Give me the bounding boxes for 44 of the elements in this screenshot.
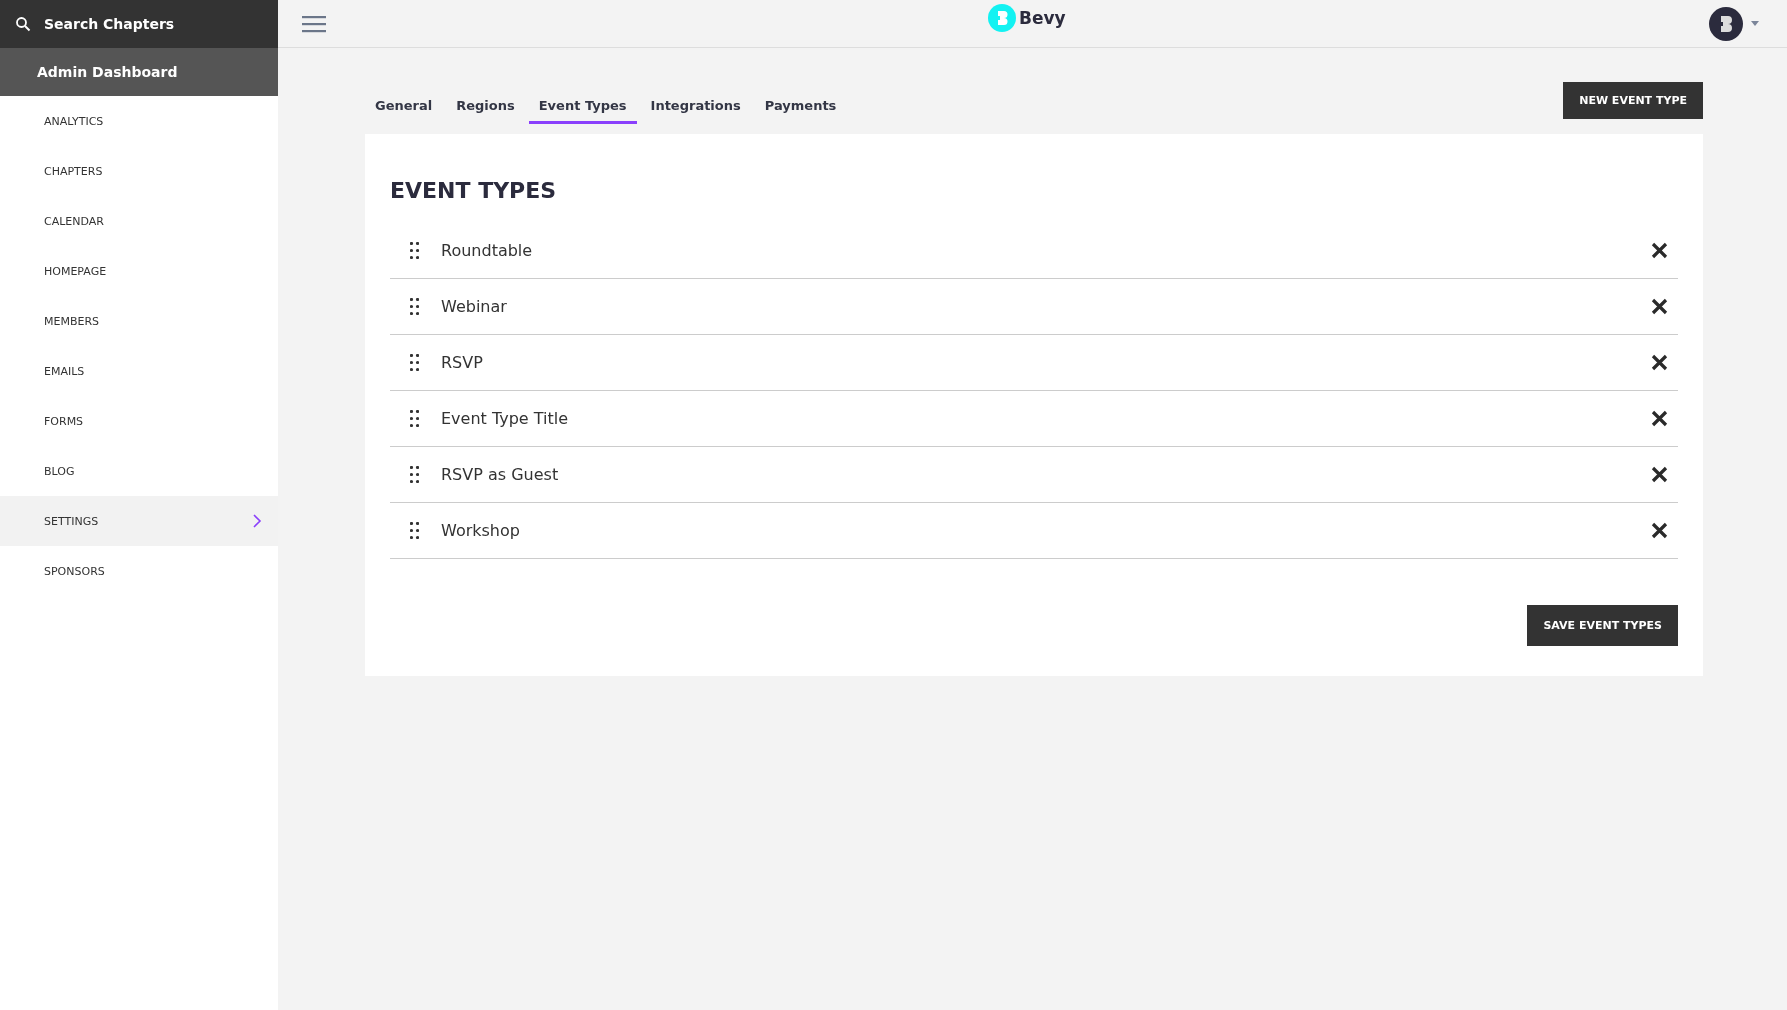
close-icon[interactable] — [1651, 354, 1668, 371]
drag-handle-icon[interactable] — [410, 410, 419, 427]
drag-handle-icon[interactable] — [410, 522, 419, 539]
event-type-name: Webinar — [441, 297, 508, 316]
chevron-right-icon — [252, 514, 262, 528]
sidebar-item[interactable]: ANALYTICS — [0, 96, 278, 146]
event-type-name: RSVP as Guest — [441, 465, 560, 484]
close-icon[interactable] — [1651, 298, 1668, 315]
event-type-name: Roundtable — [441, 241, 534, 260]
tab[interactable]: General — [365, 94, 443, 124]
close-icon[interactable] — [1651, 410, 1668, 427]
new-event-type-button[interactable]: NEW EVENT TYPE — [1563, 82, 1703, 119]
tab[interactable]: Payments — [754, 94, 847, 124]
sidebar-item[interactable]: SPONSORS — [0, 546, 278, 596]
logo-text: Bevy — [1019, 8, 1066, 28]
sidebar-item[interactable]: BLOG — [0, 446, 278, 496]
drag-handle-icon[interactable] — [410, 354, 419, 371]
close-icon[interactable] — [1651, 522, 1668, 539]
search-field[interactable]: Search Chapters — [0, 0, 278, 48]
drag-handle-icon[interactable] — [410, 466, 419, 483]
sidebar-item[interactable]: MEMBERS — [0, 296, 278, 346]
sidebar-item[interactable]: FORMS — [0, 396, 278, 446]
save-event-types-button[interactable]: SAVE EVENT TYPES — [1527, 605, 1678, 646]
event-type-name: RSVP — [441, 353, 484, 372]
sidebar-item[interactable]: EMAILS — [0, 346, 278, 396]
sidebar-item[interactable]: HOMEPAGE — [0, 246, 278, 296]
event-type-name: Workshop — [441, 521, 521, 540]
menu-icon[interactable] — [302, 14, 326, 33]
caret-icon[interactable] — [1751, 21, 1759, 26]
close-icon[interactable] — [1651, 466, 1668, 483]
drag-handle-icon[interactable] — [410, 242, 419, 259]
avatar-icon[interactable] — [1709, 6, 1743, 41]
sidebar-item[interactable]: SETTINGS — [0, 496, 278, 546]
sidebar-heading[interactable]: Admin Dashboard — [0, 48, 278, 96]
logo-icon — [988, 4, 1016, 32]
tab[interactable]: Integrations — [640, 94, 751, 124]
tab[interactable]: Event Types — [528, 94, 637, 124]
drag-handle-icon[interactable] — [410, 298, 419, 315]
sidebar-item[interactable]: CHAPTERS — [0, 146, 278, 196]
event-type-name: Event Type Title — [441, 409, 570, 428]
close-icon[interactable] — [1651, 242, 1668, 259]
tab[interactable]: Regions — [446, 94, 525, 124]
sidebar-item[interactable]: CALENDAR — [0, 196, 278, 246]
card-title: EVENT TYPES — [390, 178, 558, 203]
